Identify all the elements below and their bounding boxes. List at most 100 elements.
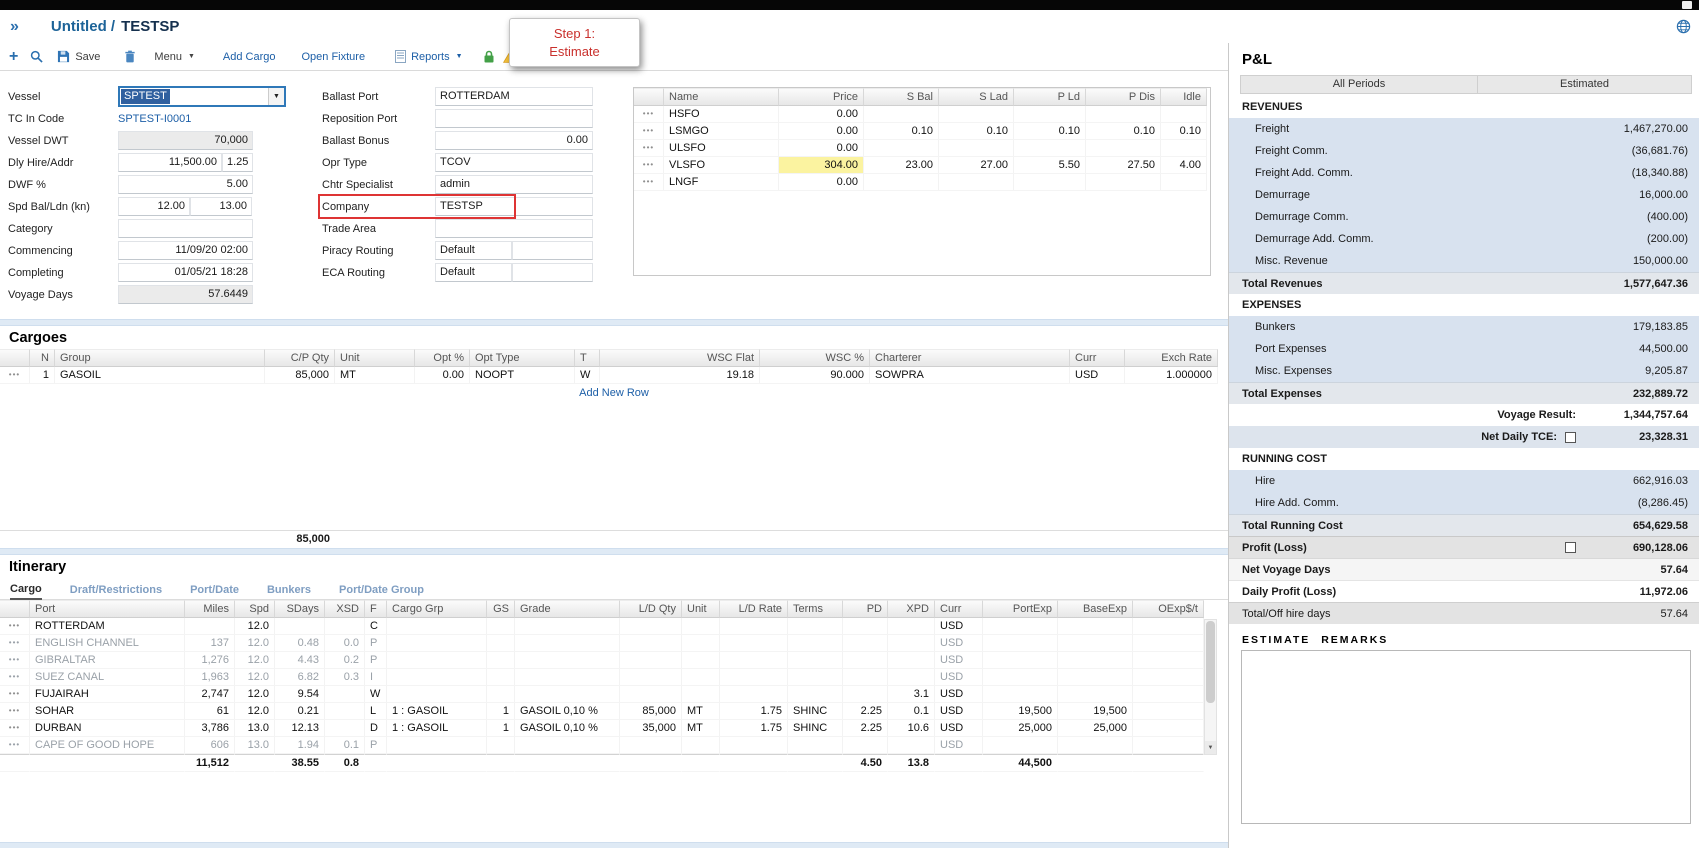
bunkers-cell-price[interactable]: 0.00 — [779, 140, 864, 157]
itinerary-cell-menu[interactable]: ••• — [0, 652, 30, 669]
itinerary-cell-cargogrp[interactable]: 1 : GASOIL — [387, 703, 487, 720]
itinerary-cell-spd[interactable]: 13.0 — [235, 720, 275, 737]
bunkers-cell-name[interactable]: LSMGO — [664, 123, 779, 140]
bottom-splitter[interactable] — [0, 842, 1228, 848]
itinerary-cell-curr[interactable]: USD — [935, 720, 983, 737]
pnl-period-header[interactable]: All Periods — [1240, 75, 1478, 94]
itinerary-cell-miles[interactable] — [185, 618, 235, 635]
tab-bunkers[interactable]: Bunkers — [267, 584, 311, 599]
itinerary-cell-cargogrp[interactable] — [387, 669, 487, 686]
itinerary-cell-xpd[interactable] — [888, 652, 935, 669]
tab-port-date-group[interactable]: Port/Date Group — [339, 584, 424, 599]
itinerary-header-f[interactable]: F — [365, 600, 387, 618]
itinerary-cell-ldrate[interactable]: 1.75 — [720, 703, 788, 720]
open-fixture-button[interactable]: Open Fixture — [301, 51, 365, 63]
itinerary-cell-unit[interactable] — [682, 686, 720, 703]
cargoes-header-opttype[interactable]: Opt Type — [470, 349, 575, 367]
itinerary-cell-curr[interactable]: USD — [935, 703, 983, 720]
bunkers-cell-price[interactable]: 0.00 — [779, 106, 864, 123]
itinerary-header-cargogrp[interactable]: Cargo Grp — [387, 600, 487, 618]
itinerary-cell-xpd[interactable]: 3.1 — [888, 686, 935, 703]
company-field[interactable]: TESTSP — [435, 197, 593, 216]
commencing-field[interactable]: 11/09/20 02:00 — [118, 241, 253, 260]
cargoes-cell-unit[interactable]: MT — [335, 367, 415, 384]
cargoes-cell-exch[interactable]: 1.000000 — [1125, 367, 1218, 384]
itinerary-cell-xsd[interactable]: 0.1 — [325, 737, 365, 754]
itinerary-cell-ldqty[interactable] — [620, 635, 682, 652]
bunkers-cell-name[interactable]: HSFO — [664, 106, 779, 123]
bunkers-header-menu[interactable] — [634, 88, 664, 106]
itinerary-cell-grade[interactable] — [515, 686, 620, 703]
bunkers-cell-menu[interactable]: ••• — [634, 174, 664, 191]
itinerary-cell-ldrate[interactable]: 1.75 — [720, 720, 788, 737]
voyage-days-field[interactable]: 57.6449 — [118, 285, 253, 304]
itinerary-cell-grade[interactable]: GASOIL 0,10 % — [515, 703, 620, 720]
itinerary-cell-sdays[interactable]: 0.48 — [275, 635, 325, 652]
dwf-field[interactable]: 5.00 — [118, 175, 253, 194]
opr-type-field[interactable]: TCOV — [435, 153, 593, 172]
itinerary-cell-unit[interactable] — [682, 635, 720, 652]
itinerary-cell-baseexp[interactable] — [1058, 652, 1133, 669]
pnl-row-checkbox[interactable] — [1565, 432, 1576, 443]
itinerary-cell-curr[interactable] — [935, 754, 983, 772]
cargoes-header-n[interactable]: N — [30, 349, 55, 367]
itinerary-cell-oexp[interactable] — [1133, 635, 1204, 652]
itinerary-cell-terms[interactable]: SHINC — [788, 720, 843, 737]
itinerary-cell-menu[interactable]: ••• — [0, 703, 30, 720]
itinerary-cell-cargogrp[interactable] — [387, 618, 487, 635]
itinerary-header-xpd[interactable]: XPD — [888, 600, 935, 618]
itinerary-cell-port[interactable] — [30, 754, 185, 772]
itinerary-cell-sdays[interactable]: 12.13 — [275, 720, 325, 737]
itinerary-cell-xpd[interactable]: 0.1 — [888, 703, 935, 720]
itinerary-cell-f[interactable]: P — [365, 737, 387, 754]
itinerary-cell-baseexp[interactable] — [1058, 737, 1133, 754]
itinerary-cell-unit[interactable]: MT — [682, 720, 720, 737]
itinerary-cell-cargogrp[interactable] — [387, 686, 487, 703]
itinerary-cell-portexp[interactable] — [983, 618, 1058, 635]
cargoes-header-menu[interactable] — [0, 349, 30, 367]
itinerary-cell-ldrate[interactable] — [720, 686, 788, 703]
itinerary-cell-spd[interactable]: 12.0 — [235, 618, 275, 635]
itinerary-cell-xsd[interactable]: 0.0 — [325, 635, 365, 652]
itinerary-cell-terms[interactable] — [788, 635, 843, 652]
bunkers-cell-s_lad[interactable] — [939, 140, 1014, 157]
itinerary-cell-spd[interactable]: 12.0 — [235, 703, 275, 720]
pnl-row-checkbox[interactable] — [1565, 542, 1576, 553]
itinerary-cell-port[interactable]: SUEZ CANAL — [30, 669, 185, 686]
chevron-down-icon[interactable]: ▼ — [268, 88, 284, 105]
ballast-port-field[interactable]: ROTTERDAM — [435, 87, 593, 106]
itinerary-cell-port[interactable]: CAPE OF GOOD HOPE — [30, 737, 185, 754]
add-new-row-link[interactable]: Add New Row — [0, 384, 1228, 402]
bunkers-cell-s_lad[interactable]: 27.00 — [939, 157, 1014, 174]
itinerary-header-grade[interactable]: Grade — [515, 600, 620, 618]
tab-draft-restrictions[interactable]: Draft/Restrictions — [70, 584, 162, 599]
itinerary-cell-menu[interactable]: ••• — [0, 618, 30, 635]
cargoes-cell-cpqty[interactable]: 85,000 — [265, 367, 335, 384]
cargoes-header-group[interactable]: Group — [55, 349, 265, 367]
bunkers-cell-idle[interactable] — [1161, 106, 1207, 123]
itinerary-cell-terms[interactable] — [788, 754, 843, 772]
itinerary-header-baseexp[interactable]: BaseExp — [1058, 600, 1133, 618]
vessel-combobox[interactable]: SPTEST ▼ — [118, 86, 286, 107]
itinerary-cell-menu[interactable]: ••• — [0, 720, 30, 737]
itinerary-cell-pd[interactable] — [843, 737, 888, 754]
bunkers-cell-s_lad[interactable] — [939, 106, 1014, 123]
itinerary-cell-portexp[interactable] — [983, 635, 1058, 652]
bunkers-cell-p_ld[interactable] — [1014, 106, 1086, 123]
completing-field[interactable]: 01/05/21 18:28 — [118, 263, 253, 282]
cargoes-cell-group[interactable]: GASOIL — [55, 367, 265, 384]
itinerary-header-oexp[interactable]: OExp$/t — [1133, 600, 1204, 618]
reports-button[interactable]: Reports ▼ — [395, 50, 462, 63]
collapse-panel-icon[interactable]: » — [10, 18, 19, 36]
itinerary-cell-menu[interactable]: ••• — [0, 669, 30, 686]
itinerary-cell-ldrate[interactable] — [720, 754, 788, 772]
itinerary-cell-gs[interactable] — [487, 669, 515, 686]
itinerary-header-menu[interactable] — [0, 600, 30, 618]
itinerary-header-terms[interactable]: Terms — [788, 600, 843, 618]
itinerary-cell-f[interactable]: P — [365, 652, 387, 669]
itinerary-cell-port[interactable]: GIBRALTAR — [30, 652, 185, 669]
bunkers-cell-idle[interactable] — [1161, 140, 1207, 157]
itinerary-cell-curr[interactable]: USD — [935, 737, 983, 754]
itinerary-cell-spd[interactable]: 12.0 — [235, 652, 275, 669]
itinerary-cell-sdays[interactable]: 38.55 — [275, 754, 325, 772]
